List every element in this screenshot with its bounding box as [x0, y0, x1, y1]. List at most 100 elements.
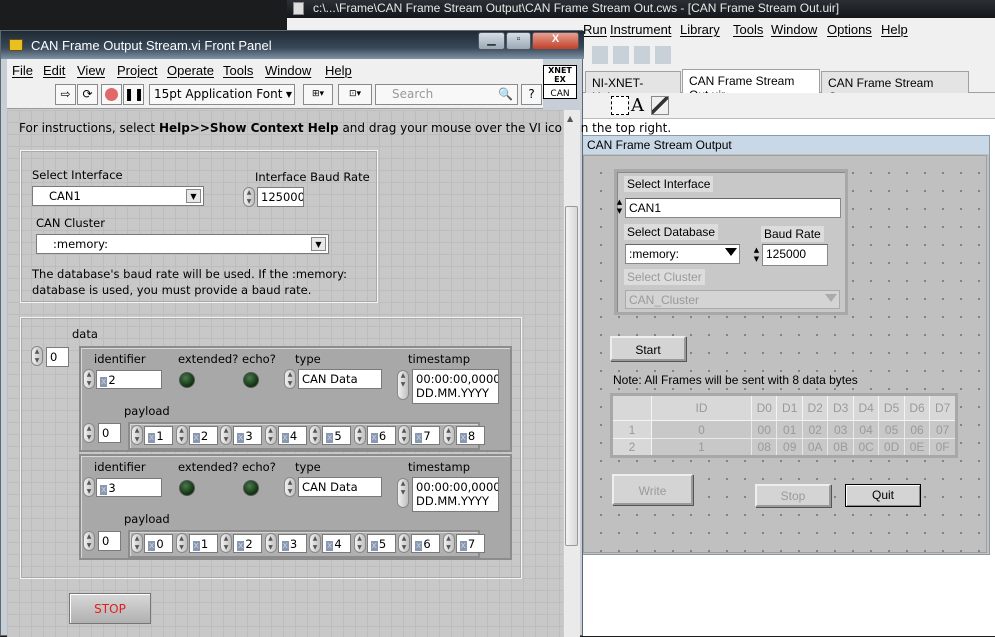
payload-index-spinner[interactable]: ▲ ▼: [83, 531, 95, 551]
tab-helper-c[interactable]: NI-XNET-Helper.c: [585, 71, 681, 104]
echo-led[interactable]: [243, 372, 259, 388]
timestamp-input[interactable]: 00:00:00,0000000DD.MM.YYYY: [412, 369, 499, 404]
payload-byte[interactable]: x3: [233, 426, 262, 445]
chevron-down-icon[interactable]: ▼: [186, 189, 201, 203]
echo-led[interactable]: [243, 480, 259, 496]
extended-led[interactable]: [179, 372, 195, 388]
select-tool-icon[interactable]: [611, 96, 629, 115]
maximize-button[interactable]: ▫: [506, 32, 531, 50]
table-cell[interactable]: 0: [651, 420, 752, 439]
interface-ring[interactable]: CAN1: [625, 198, 841, 218]
table-cell[interactable]: 04: [852, 420, 880, 439]
scroll-up-icon[interactable]: ▲: [567, 114, 573, 123]
lv-menu-edit[interactable]: Edit: [43, 63, 65, 78]
column-header[interactable]: D7: [929, 394, 957, 421]
identifier-input[interactable]: x3: [96, 478, 162, 497]
lv-menu-view[interactable]: View: [77, 63, 105, 78]
toolbar-icons[interactable]: [592, 46, 672, 64]
text-tool-icon[interactable]: A: [631, 95, 644, 116]
search-input[interactable]: Search 🔍: [375, 84, 518, 105]
distribute-objects-icon[interactable]: ⊡▾: [338, 84, 372, 105]
run-arrow-icon[interactable]: ⇨: [55, 84, 76, 105]
payload-byte[interactable]: x2: [188, 426, 218, 445]
extended-led[interactable]: [179, 480, 195, 496]
type-spinner[interactable]: ▲ ▼: [284, 477, 296, 497]
payload-index-spinner[interactable]: ▲ ▼: [83, 423, 95, 443]
table-cell[interactable]: 09: [776, 438, 803, 457]
baud-rate-input[interactable]: 125000: [762, 244, 828, 266]
lv-menu-file[interactable]: File: [12, 63, 33, 78]
vertical-scrollbar[interactable]: ▲: [563, 110, 580, 637]
pause-icon[interactable]: ❚❚: [123, 84, 144, 105]
payload-byte[interactable]: x6: [411, 534, 440, 553]
column-header[interactable]: ID: [651, 394, 752, 421]
cvi-menu-help[interactable]: Help: [881, 22, 908, 37]
payload-byte-spinner[interactable]: ▲ ▼: [353, 533, 366, 553]
cvi-menu-tools[interactable]: Tools: [733, 22, 763, 37]
can-cluster-ring[interactable]: :memory: ▼: [36, 234, 329, 254]
payload-byte[interactable]: x4: [277, 426, 307, 445]
align-objects-icon[interactable]: ⊞▾: [303, 84, 333, 105]
payload-byte[interactable]: x1: [144, 426, 173, 445]
payload-index[interactable]: 0: [98, 531, 121, 551]
help-icon[interactable]: ?: [521, 84, 542, 105]
baud-rate-input[interactable]: 125000: [257, 187, 304, 207]
tab-uir[interactable]: CAN Frame Stream Out.uir: [682, 69, 820, 102]
table-cell[interactable]: 02: [801, 420, 829, 439]
lv-menu-operate[interactable]: Operate: [167, 63, 214, 78]
payload-byte-spinner[interactable]: ▲ ▼: [220, 425, 232, 445]
table-cell[interactable]: 05: [878, 420, 905, 439]
timestamp-input[interactable]: 00:00:00,0000000DD.MM.YYYY: [412, 477, 499, 512]
payload-byte[interactable]: x8: [455, 426, 485, 445]
payload-byte[interactable]: x4: [322, 534, 351, 553]
payload-index[interactable]: 0: [98, 423, 121, 443]
payload-byte-spinner[interactable]: ▲ ▼: [220, 533, 232, 553]
payload-byte-spinner[interactable]: ▲ ▼: [175, 425, 188, 445]
payload-byte[interactable]: x1: [188, 534, 218, 553]
font-select[interactable]: 15pt Application Font ▼: [149, 84, 295, 105]
identifier-spinner[interactable]: ▲ ▼: [83, 477, 95, 497]
database-ring[interactable]: :memory:: [625, 244, 740, 264]
run-continuously-icon[interactable]: ⟳: [77, 84, 98, 105]
table-cell[interactable]: 03: [827, 420, 854, 439]
lv-menu-help[interactable]: Help: [325, 63, 352, 78]
table-cell[interactable]: 0A: [801, 438, 829, 457]
table-cell[interactable]: 01: [776, 420, 803, 439]
column-header[interactable]: D4: [852, 394, 880, 421]
timestamp-spinner[interactable]: ▲ ▼: [397, 478, 409, 508]
search-icon[interactable]: 🔍: [498, 85, 513, 104]
identifier-input[interactable]: x2: [96, 370, 162, 389]
payload-byte[interactable]: x3: [277, 534, 307, 553]
column-header[interactable]: D1: [776, 394, 803, 421]
table-cell[interactable]: 07: [929, 420, 957, 439]
payload-byte[interactable]: x7: [455, 534, 485, 553]
payload-byte-spinner[interactable]: ▲ ▼: [353, 425, 366, 445]
payload-byte-spinner[interactable]: ▲ ▼: [309, 425, 321, 445]
lv-menu-window[interactable]: Window: [265, 63, 311, 78]
type-ring[interactable]: CAN Data: [298, 477, 382, 497]
payload-byte[interactable]: x5: [322, 426, 351, 445]
payload-byte-spinner[interactable]: ▲ ▼: [131, 425, 143, 445]
chevron-down-icon[interactable]: ▼: [311, 237, 326, 251]
payload-byte[interactable]: x0: [144, 534, 173, 553]
start-button[interactable]: Start: [610, 336, 686, 361]
column-header[interactable]: D6: [903, 394, 931, 421]
baud-spinner[interactable]: ▲ ▼: [243, 187, 255, 207]
payload-byte[interactable]: x5: [366, 534, 396, 553]
frames-table[interactable]: ID D0 D1 D2 D3 D4 D5 D6 D7 1 0 00 01 02 03 04 05 06 07 2 1 08…: [610, 393, 958, 458]
data-index-spinner[interactable]: ▲ ▼: [31, 346, 43, 366]
lv-menu-project[interactable]: Project: [117, 63, 157, 78]
cvi-menu-window[interactable]: Window: [771, 22, 817, 37]
data-index[interactable]: 0: [46, 347, 69, 367]
timestamp-spinner[interactable]: ▲ ▼: [397, 370, 409, 400]
row-header[interactable]: 2: [611, 438, 652, 457]
payload-byte-spinner[interactable]: ▲ ▼: [264, 425, 277, 445]
stop-button[interactable]: STOP: [69, 593, 151, 624]
scroll-thumb[interactable]: [565, 206, 578, 546]
payload-byte-spinner[interactable]: ▲ ▼: [264, 533, 277, 553]
table-cell[interactable]: 08: [750, 438, 778, 457]
payload-byte-spinner[interactable]: ▲ ▼: [398, 425, 410, 445]
table-cell[interactable]: 06: [903, 420, 931, 439]
vi-connector-icon[interactable]: XNET EX CAN: [543, 65, 577, 99]
cvi-menu-library[interactable]: Library: [680, 22, 720, 37]
